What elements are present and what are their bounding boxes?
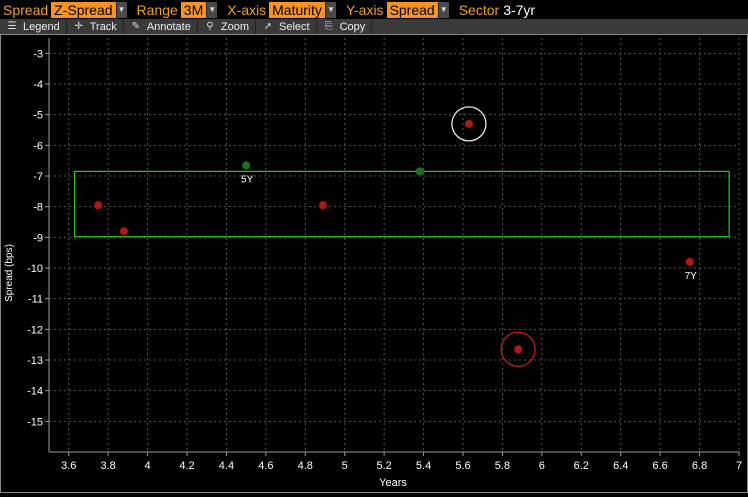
y-axis-title: Spread (bps) xyxy=(4,244,15,302)
data-point[interactable] xyxy=(514,345,523,354)
x-tick-label: 6.6 xyxy=(652,460,667,472)
x-tick-label: 7 xyxy=(736,460,742,472)
x-tick-label: 4.6 xyxy=(258,460,273,472)
spread-label: Spread xyxy=(3,1,49,18)
range-dropdown[interactable]: 3M ▼ xyxy=(180,1,218,18)
x-tick-label: 6 xyxy=(539,460,545,472)
y-tick-label: -7 xyxy=(33,171,43,183)
chart-frame: -3 -4 -5 -6 -7 -8 -9 -10 -11 -12 -13 -14 -15 3.6 3.8 4 4… xyxy=(0,34,748,493)
highlight-rectangle[interactable] xyxy=(74,170,730,238)
legend-button-label: Legend xyxy=(23,20,60,33)
y-tick-label: -3 xyxy=(33,48,43,60)
range-dropdown-value[interactable]: 3M xyxy=(180,1,207,18)
chevron-down-icon[interactable]: ▼ xyxy=(206,1,218,18)
data-point[interactable] xyxy=(119,227,128,236)
parameter-bar: Spread Z-Spread ▼ Range 3M ▼ X-axis Matu… xyxy=(0,0,748,19)
x-tick-label: 6.4 xyxy=(613,460,628,472)
xaxis-dropdown[interactable]: Maturity ▼ xyxy=(269,1,336,18)
y-tick-label: -9 xyxy=(33,232,43,244)
copy-button[interactable]: ⎘ Copy xyxy=(317,19,373,34)
point-label: 5Y xyxy=(241,174,254,185)
x-tick-label: 3.6 xyxy=(61,460,76,472)
spread-dropdown[interactable]: Z-Spread ▼ xyxy=(51,1,127,18)
y-tick-label: -15 xyxy=(27,416,43,428)
annotate-button[interactable]: ✎ Annotate xyxy=(124,19,198,34)
annotate-button-label: Annotate xyxy=(146,20,191,33)
y-tick-label: -4 xyxy=(33,79,43,91)
data-point[interactable] xyxy=(685,257,694,266)
legend-button[interactable]: ☰ Legend xyxy=(0,19,67,34)
y-tick-label: -8 xyxy=(33,202,43,214)
sector-label: Sector xyxy=(458,1,500,18)
track-button-label: Track xyxy=(89,20,117,33)
pencil-icon: ✎ xyxy=(131,21,140,32)
yaxis-dropdown[interactable]: Spread ▼ xyxy=(386,1,449,18)
x-tick-label: 6.8 xyxy=(692,460,707,472)
y-tick-label: -5 xyxy=(33,110,43,122)
range-label: Range xyxy=(136,1,178,18)
magnifier-icon: ⚲ xyxy=(206,21,214,32)
grid-layer xyxy=(49,38,740,452)
x-tick-label: 4 xyxy=(145,460,151,472)
y-tick-label: -12 xyxy=(27,324,43,336)
chart-toolbar: ☰ Legend ✛ Track ✎ Annotate ⚲ Zoom ➚ Sel… xyxy=(0,19,748,35)
legend-icon: ☰ xyxy=(7,21,17,32)
y-tick-label: -10 xyxy=(27,263,43,275)
x-tick-label: 5.6 xyxy=(455,460,470,472)
chevron-down-icon[interactable]: ▼ xyxy=(324,1,336,18)
x-tick-label: 4.4 xyxy=(219,460,234,472)
yaxis-label: Y-axis xyxy=(345,1,384,18)
x-axis-title: Years xyxy=(379,477,407,489)
x-tick-label: 5.2 xyxy=(376,460,391,472)
chevron-down-icon[interactable]: ▼ xyxy=(437,1,449,18)
spread-dropdown-value[interactable]: Z-Spread xyxy=(51,1,116,18)
x-tick-label: 5 xyxy=(342,460,348,472)
zoom-button-label: Zoom xyxy=(220,20,249,33)
point-label: 7Y xyxy=(685,271,698,282)
crosshair-icon: ✛ xyxy=(74,21,83,32)
data-point[interactable] xyxy=(415,167,424,176)
data-point[interactable] xyxy=(464,119,473,128)
sector-value: 3-7yr xyxy=(503,1,536,18)
select-button[interactable]: ➚ Select xyxy=(256,19,317,34)
data-point[interactable] xyxy=(94,201,103,210)
y-tick-label: -6 xyxy=(33,140,43,152)
x-tick-label: 4.2 xyxy=(179,460,194,472)
cursor-icon: ➚ xyxy=(263,21,273,32)
y-tick-label: -14 xyxy=(27,386,43,398)
y-tick-label: -11 xyxy=(28,294,43,306)
x-tick-label: 5.4 xyxy=(416,460,431,472)
copy-button-label: Copy xyxy=(339,20,366,33)
highlight-layer xyxy=(74,170,730,238)
data-point[interactable] xyxy=(319,201,328,210)
select-button-label: Select xyxy=(278,20,310,33)
track-button[interactable]: ✛ Track xyxy=(67,19,124,34)
zoom-button[interactable]: ⚲ Zoom xyxy=(198,19,256,34)
xaxis-label: X-axis xyxy=(227,1,267,18)
x-tick-label: 5.8 xyxy=(495,460,510,472)
y-tick-label: -13 xyxy=(27,355,43,367)
x-tick-label: 6.2 xyxy=(574,460,589,472)
x-tick-label: 4.8 xyxy=(298,460,313,472)
x-tick-label: 3.8 xyxy=(100,460,115,472)
data-point[interactable] xyxy=(242,161,251,170)
xaxis-dropdown-value[interactable]: Maturity xyxy=(269,1,325,18)
copy-icon: ⎘ xyxy=(324,21,333,32)
chevron-down-icon[interactable]: ▼ xyxy=(115,1,127,18)
scatter-chart[interactable]: -3 -4 -5 -6 -7 -8 -9 -10 -11 -12 -13 -14 -15 3.6 3.8 4 4… xyxy=(1,35,747,492)
yaxis-dropdown-value[interactable]: Spread xyxy=(386,1,438,18)
